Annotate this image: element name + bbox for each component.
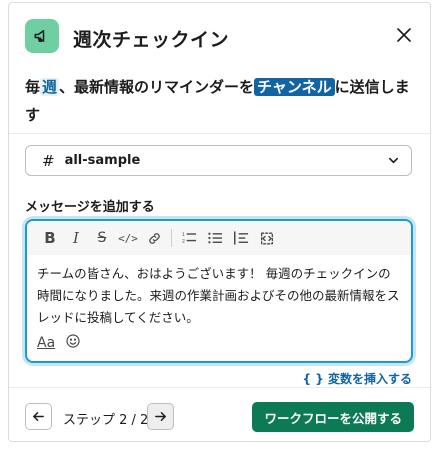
close-button[interactable] bbox=[392, 23, 416, 47]
bold-icon[interactable]: B bbox=[37, 225, 63, 251]
editor-bottom-tools: Aa bbox=[37, 333, 81, 353]
chevron-down-icon bbox=[389, 157, 398, 164]
svg-text:1: 1 bbox=[182, 232, 185, 238]
divider bbox=[9, 133, 430, 134]
formatting-toolbar: B I S </> 1 2 bbox=[27, 221, 411, 255]
divider bbox=[9, 387, 430, 388]
code-block-icon[interactable] bbox=[254, 225, 280, 251]
arrow-left-icon bbox=[33, 412, 44, 421]
message-editor[interactable]: B I S </> 1 2 チームの皆さん、おはようございます！ 毎週のチェック… bbox=[25, 219, 413, 363]
channel-select-value: all-sample bbox=[64, 153, 141, 168]
message-field-label: メッセージを追加する bbox=[25, 200, 155, 215]
link-icon[interactable] bbox=[141, 225, 167, 251]
channel-token[interactable]: チャンネル bbox=[254, 78, 335, 96]
bulleted-list-icon[interactable] bbox=[202, 225, 228, 251]
toolbar-separator bbox=[171, 229, 172, 247]
strikethrough-icon[interactable]: S bbox=[89, 225, 115, 251]
blockquote-icon[interactable] bbox=[228, 225, 254, 251]
step-summary: 毎週、最新情報のリマインダーを チャンネル に送信します bbox=[25, 73, 417, 129]
summary-text: 毎 bbox=[25, 78, 41, 96]
close-icon bbox=[397, 28, 411, 42]
summary-text: 、最新情報のリマインダーを bbox=[59, 78, 255, 96]
megaphone-icon bbox=[25, 19, 59, 53]
publish-workflow-button[interactable]: ワークフローを公開する bbox=[252, 402, 414, 432]
message-text: チームの皆さん、おはようございます！ 毎週のチェックインの時間になりました。来週… bbox=[37, 266, 400, 325]
modal-footer: ステップ 2 / 2 ワークフローを公開する bbox=[25, 401, 414, 433]
ordered-list-icon[interactable]: 1 2 bbox=[176, 225, 202, 251]
modal-header: 週次チェックイン bbox=[23, 17, 416, 53]
modal-title: 週次チェックイン bbox=[73, 29, 230, 51]
code-icon[interactable]: </> bbox=[115, 225, 141, 251]
arrow-right-icon bbox=[155, 412, 166, 421]
frequency-token[interactable]: 週 bbox=[40, 78, 60, 96]
next-step-button[interactable] bbox=[147, 403, 174, 430]
previous-step-button[interactable] bbox=[25, 403, 52, 430]
italic-icon[interactable]: I bbox=[63, 225, 89, 251]
hash-icon: # bbox=[42, 151, 55, 170]
svg-text:2: 2 bbox=[182, 239, 185, 245]
channel-select[interactable]: # all-sample bbox=[25, 145, 412, 176]
step-indicator: ステップ 2 / 2 bbox=[63, 413, 149, 428]
text-format-toggle[interactable]: Aa bbox=[37, 335, 55, 351]
insert-variable-link[interactable]: { } 変数を挿入する bbox=[303, 370, 412, 387]
emoji-icon[interactable] bbox=[65, 333, 81, 353]
workflow-modal: 週次チェックイン 毎週、最新情報のリマインダーを チャンネル に送信します # al… bbox=[8, 2, 431, 442]
